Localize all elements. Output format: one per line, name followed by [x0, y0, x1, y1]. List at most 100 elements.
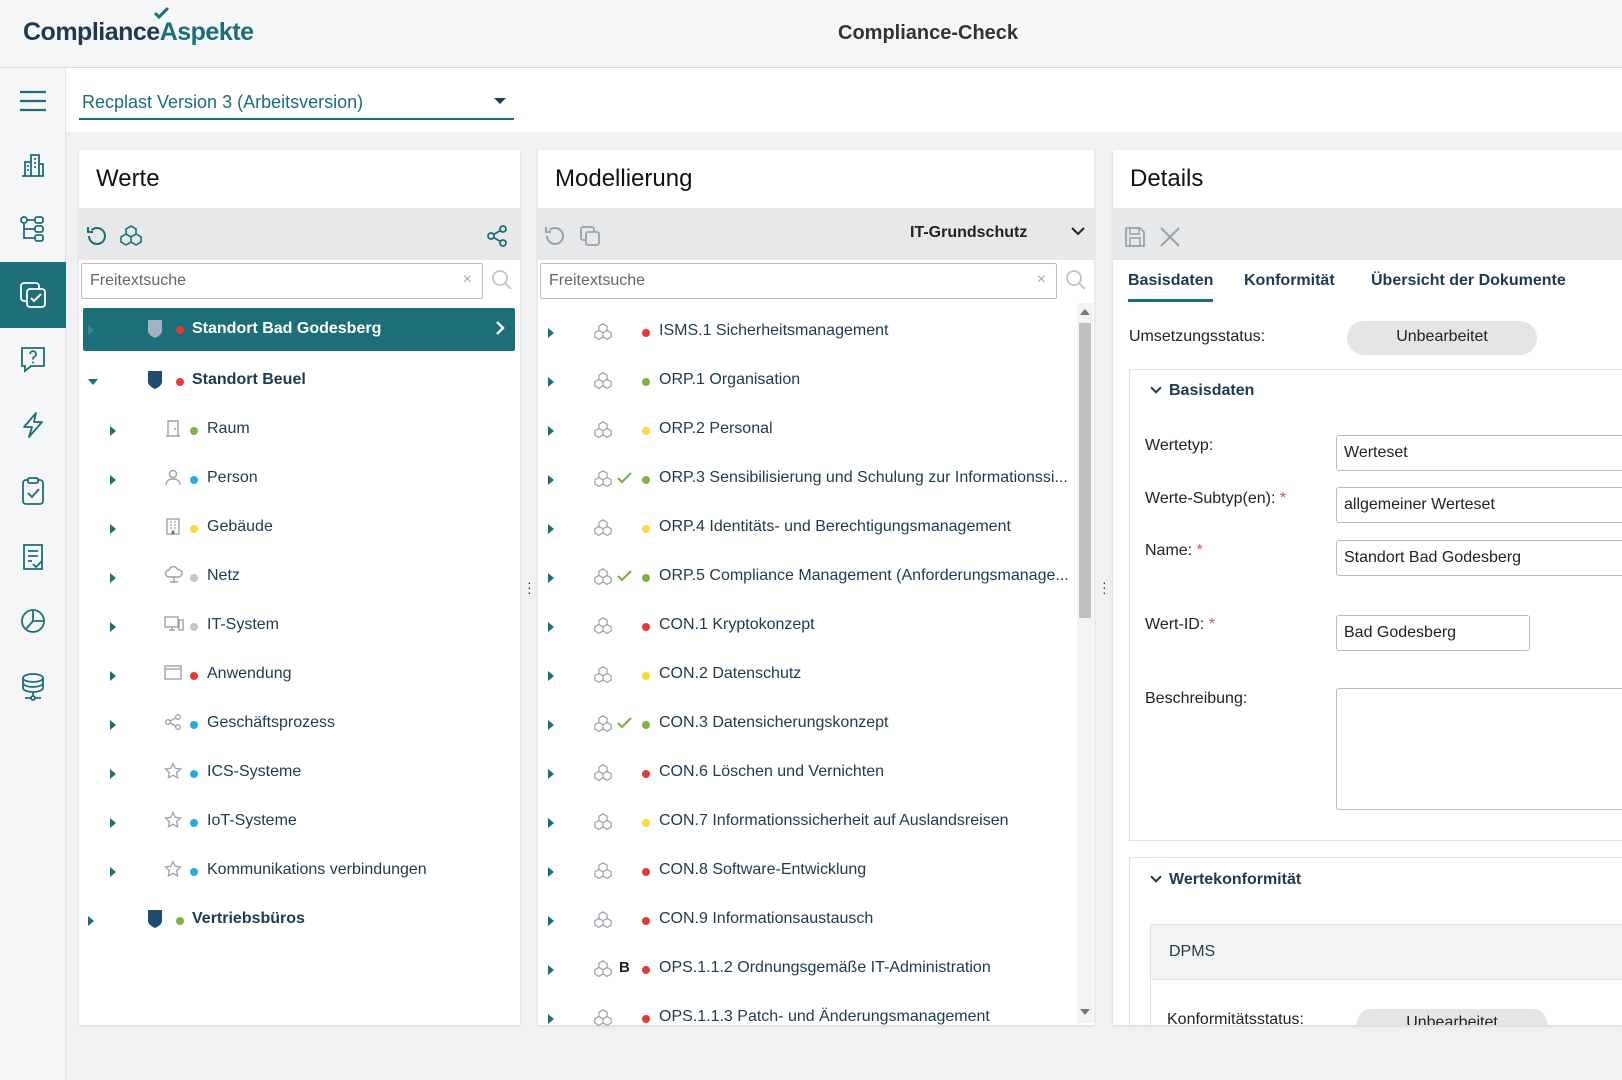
modellierung-tree-item[interactable]: ORP.5 Compliance Management (Anforderung…: [538, 553, 1076, 602]
basisdaten-section-title[interactable]: Basisdaten: [1169, 382, 1254, 400]
konformitaetsstatus-badge[interactable]: Unbearbeitet: [1357, 1009, 1547, 1025]
modellierung-tree-item[interactable]: CON.2 Datenschutz: [538, 651, 1076, 700]
chevron-down-icon[interactable]: [1071, 226, 1085, 236]
modellierung-tree-item[interactable]: CON.6 Löschen und Vernichten: [538, 749, 1076, 798]
scroll-thumb[interactable]: [1079, 323, 1091, 618]
wertekonformitaet-section-title[interactable]: Wertekonformität: [1169, 871, 1301, 889]
werte-tree-item[interactable]: Anwendung: [79, 651, 520, 700]
modellierung-tree-item[interactable]: CON.8 Software-Entwicklung: [538, 847, 1076, 896]
search-icon[interactable]: [1064, 268, 1088, 292]
sidebar-item-compliance-check[interactable]: [0, 262, 66, 328]
refresh-icon[interactable]: [85, 224, 109, 248]
caret-right-icon[interactable]: [110, 573, 116, 583]
chevron-down-icon[interactable]: [1150, 382, 1162, 394]
caret-right-icon[interactable]: [110, 769, 116, 779]
wertetyp-field[interactable]: Werteset: [1336, 435, 1622, 471]
refresh-icon[interactable]: [543, 224, 567, 248]
wertid-field[interactable]: Bad Godesberg: [1336, 615, 1530, 651]
caret-right-icon[interactable]: [548, 720, 554, 730]
clear-icon[interactable]: ×: [463, 271, 472, 289]
modellierung-tree-item[interactable]: ORP.1 Organisation: [538, 357, 1076, 406]
werte-tree-item[interactable]: Standort Beuel: [79, 357, 520, 406]
caret-down-icon[interactable]: [88, 379, 98, 385]
caret-right-icon[interactable]: [548, 671, 554, 681]
tab-basisdaten[interactable]: Basisdaten: [1128, 272, 1214, 302]
caret-right-icon[interactable]: [110, 720, 116, 730]
werte-tree-item[interactable]: Geschäftsprozess: [79, 700, 520, 749]
werte-tree-item[interactable]: ICS-Systeme: [79, 749, 520, 798]
subtyp-field[interactable]: allgemeiner Werteset: [1336, 487, 1622, 523]
caret-right-icon[interactable]: [110, 475, 116, 485]
caret-right-icon[interactable]: [88, 325, 94, 335]
modellierung-tree-item[interactable]: OPS.1.1.3 Patch- und Änderungsmanagement: [538, 994, 1076, 1043]
caret-right-icon[interactable]: [548, 426, 554, 436]
werte-search-input[interactable]: Freitextsuche ×: [81, 263, 483, 299]
caret-right-icon[interactable]: [110, 622, 116, 632]
beschreibung-textarea[interactable]: [1336, 688, 1622, 810]
werte-tree-item[interactable]: Standort Bad Godesberg: [83, 308, 515, 351]
tab-dokumente[interactable]: Übersicht der Dokumente: [1371, 272, 1566, 290]
name-field[interactable]: Standort Bad Godesberg: [1336, 540, 1622, 576]
sidebar-item-data[interactable]: [0, 654, 66, 720]
werte-tree-item[interactable]: IT-System: [79, 602, 520, 651]
caret-right-icon[interactable]: [88, 916, 94, 926]
modellierung-search-input[interactable]: Freitextsuche ×: [540, 263, 1057, 299]
cubes-icon[interactable]: [119, 224, 143, 248]
caret-right-icon[interactable]: [548, 573, 554, 583]
caret-right-icon[interactable]: [548, 377, 554, 387]
search-icon[interactable]: [490, 268, 514, 292]
sidebar-item-questions[interactable]: [0, 326, 66, 392]
umsetzungsstatus-badge[interactable]: Unbearbeitet: [1347, 321, 1537, 355]
scrollbar[interactable]: [1077, 303, 1093, 1023]
werte-tree-item[interactable]: Gebäude: [79, 504, 520, 553]
modellierung-tree-item[interactable]: ORP.4 Identitäts- und Berechtigungsmanag…: [538, 504, 1076, 553]
sidebar-item-organisation[interactable]: [0, 132, 66, 198]
modellierung-tree-item[interactable]: B OPS.1.1.2 Ordnungsgemäße IT-Administrat…: [538, 945, 1076, 994]
sidebar-item-measures[interactable]: [0, 458, 66, 524]
framework-select[interactable]: IT-Grundschutz: [910, 224, 1027, 242]
werte-tree-item[interactable]: Kommunikations verbindungen: [79, 847, 520, 896]
werte-tree-item[interactable]: IoT-Systeme: [79, 798, 520, 847]
share-icon[interactable]: [485, 224, 509, 248]
version-select[interactable]: Recplast Version 3 (Arbeitsversion): [79, 84, 514, 120]
chevron-right-icon[interactable]: [495, 320, 505, 341]
modellierung-tree-item[interactable]: CON.1 Kryptokonzept: [538, 602, 1076, 651]
scroll-up-icon[interactable]: [1080, 309, 1090, 315]
sidebar-item-documents[interactable]: [0, 524, 66, 590]
chevron-down-icon[interactable]: [1150, 871, 1162, 883]
caret-right-icon[interactable]: [548, 524, 554, 534]
caret-right-icon[interactable]: [548, 328, 554, 338]
resize-handle[interactable]: · · ·: [527, 575, 532, 599]
modellierung-tree-item[interactable]: CON.7 Informationssicherheit auf Ausland…: [538, 798, 1076, 847]
sidebar-menu-button[interactable]: [0, 68, 66, 134]
caret-right-icon[interactable]: [548, 916, 554, 926]
modellierung-tree-item[interactable]: ISMS.1 Sicherheitsmanagement: [538, 308, 1076, 357]
dpms-header[interactable]: DPMS: [1150, 924, 1622, 980]
resize-handle[interactable]: · · ·: [1102, 575, 1107, 599]
tab-konformitaet[interactable]: Konformität: [1244, 272, 1335, 290]
caret-right-icon[interactable]: [548, 965, 554, 975]
sidebar-item-modelling[interactable]: [0, 196, 66, 262]
caret-right-icon[interactable]: [548, 1014, 554, 1024]
clear-icon[interactable]: ×: [1037, 271, 1046, 289]
caret-right-icon[interactable]: [110, 524, 116, 534]
werte-tree-item[interactable]: Vertriebsbüros: [79, 896, 520, 945]
modellierung-tree-item[interactable]: CON.3 Datensicherungskonzept: [538, 700, 1076, 749]
caret-right-icon[interactable]: [110, 867, 116, 877]
caret-right-icon[interactable]: [110, 818, 116, 828]
caret-right-icon[interactable]: [548, 475, 554, 485]
modellierung-tree-item[interactable]: ORP.2 Personal: [538, 406, 1076, 455]
werte-tree-item[interactable]: Netz: [79, 553, 520, 602]
modellierung-tree-item[interactable]: ORP.3 Sensibilisierung und Schulung zur …: [538, 455, 1076, 504]
close-icon[interactable]: [1158, 225, 1182, 249]
copy-icon[interactable]: [578, 224, 602, 248]
caret-right-icon[interactable]: [110, 671, 116, 681]
caret-right-icon[interactable]: [110, 426, 116, 436]
sidebar-item-reports[interactable]: [0, 588, 66, 654]
werte-tree-item[interactable]: Person: [79, 455, 520, 504]
modellierung-tree-item[interactable]: CON.9 Informationsaustausch: [538, 896, 1076, 945]
save-icon[interactable]: [1123, 225, 1147, 249]
scroll-down-icon[interactable]: [1080, 1009, 1090, 1015]
caret-right-icon[interactable]: [548, 769, 554, 779]
sidebar-item-risks[interactable]: [0, 392, 66, 458]
